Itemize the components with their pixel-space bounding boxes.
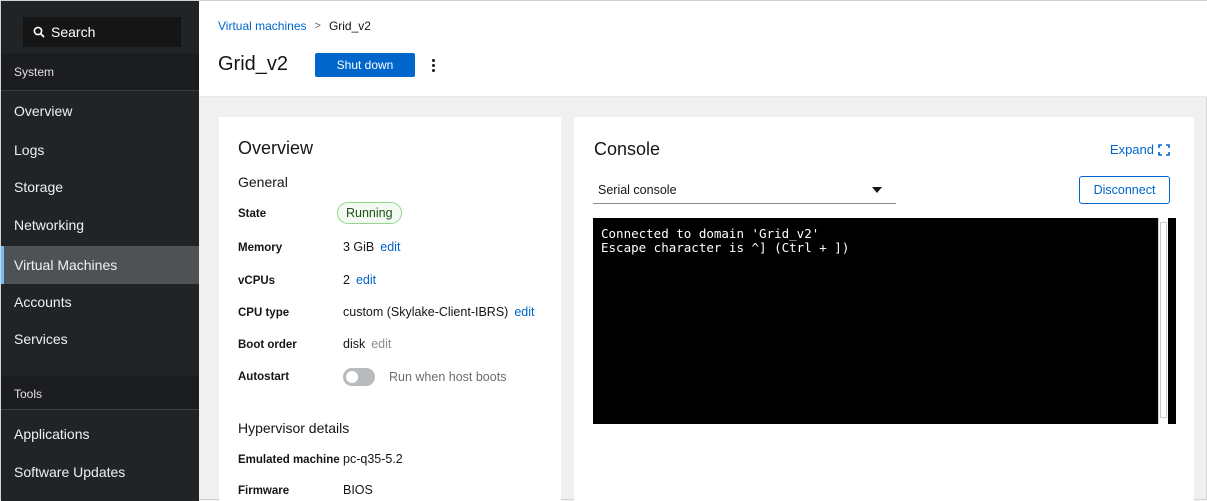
sidebar-item-services[interactable]: Services: [1, 320, 199, 358]
emulated-value: pc-q35-5.2: [343, 452, 403, 466]
console-title: Console: [594, 139, 661, 159]
firmware-label: Firmware: [238, 485, 290, 497]
terminal-edge: [1168, 218, 1176, 424]
vcpus-edit-link[interactable]: edit: [356, 273, 376, 287]
vcpus-label: vCPUs: [238, 275, 276, 287]
expand-icon: [1158, 143, 1170, 156]
breadcrumb-virtual-machines[interactable]: Virtual machines: [218, 19, 307, 33]
search-input[interactable]: Search: [23, 17, 181, 47]
hypervisor-heading: Hypervisor details: [238, 420, 350, 436]
caret-down-icon: [872, 187, 882, 193]
breadcrumb-current: Grid_v2: [328, 19, 371, 33]
sidebar-section-system: System: [1, 53, 199, 91]
sidebar-item-logs[interactable]: Logs: [1, 131, 199, 169]
emulated-label: Emulated machine: [238, 454, 340, 466]
autostart-text: Run when host boots: [389, 370, 507, 384]
vcpus-value: 2: [343, 273, 350, 287]
page-header: Virtual machines > Grid_v2 Grid_v2 Shut …: [199, 1, 1207, 97]
autostart-toggle[interactable]: [343, 368, 375, 386]
expand-link[interactable]: Expand: [1110, 142, 1170, 157]
breadcrumb: Virtual machines > Grid_v2: [218, 19, 371, 33]
sidebar-item-networking[interactable]: Networking: [1, 206, 199, 244]
bootorder-edit-link: edit: [371, 337, 392, 351]
sidebar-item-virtual-machines[interactable]: Virtual Machines: [1, 246, 199, 284]
breadcrumb-separator: >: [314, 20, 321, 32]
console-card: Console Expand Serial console Disconnect…: [574, 117, 1194, 501]
shut-down-button[interactable]: Shut down: [315, 53, 415, 77]
cputype-value: custom (Skylake-Client-IBRS): [343, 305, 509, 319]
search-label: Search: [51, 24, 96, 40]
search-icon: [33, 26, 45, 38]
bootorder-label: Boot order: [238, 339, 297, 351]
cputype-label: CPU type: [238, 307, 290, 319]
console-type-select[interactable]: Serial console: [593, 176, 896, 204]
terminal-scrollbar[interactable]: [1158, 218, 1168, 424]
expand-label: Expand: [1109, 142, 1154, 157]
overview-card: Overview General State Running Memory 3 …: [219, 117, 561, 501]
sidebar-item-overview[interactable]: Overview: [1, 92, 199, 130]
console-type-value: Serial console: [598, 182, 677, 197]
sidebar-item-accounts[interactable]: Accounts: [1, 283, 199, 321]
serial-console-terminal[interactable]: Connected to domain 'Grid_v2' Escape cha…: [593, 218, 1176, 424]
cputype-edit-link[interactable]: edit: [514, 305, 534, 319]
memory-label: Memory: [238, 242, 283, 254]
overview-title: Overview: [238, 138, 314, 158]
sidebar-item-software-updates[interactable]: Software Updates: [1, 453, 199, 491]
autostart-label: Autostart: [238, 371, 290, 383]
memory-edit-link[interactable]: edit: [380, 240, 400, 254]
app-window: Search System Overview Logs Storage Netw…: [0, 0, 1207, 501]
firmware-value: BIOS: [343, 483, 373, 497]
sidebar-section-tools: Tools: [1, 376, 199, 410]
kebab-menu-icon[interactable]: [428, 55, 438, 75]
terminal-line: Escape character is ^] (Ctrl + ]): [601, 240, 850, 255]
sidebar: Search System Overview Logs Storage Netw…: [1, 1, 199, 501]
state-label: State: [238, 208, 267, 220]
disconnect-button[interactable]: Disconnect: [1079, 176, 1170, 204]
terminal-line: Connected to domain 'Grid_v2': [601, 226, 820, 241]
sidebar-item-storage[interactable]: Storage: [1, 168, 199, 206]
bootorder-value: disk: [343, 337, 366, 351]
status-badge: Running: [337, 202, 402, 224]
page-title: Grid_v2: [218, 53, 289, 75]
general-heading: General: [238, 174, 288, 190]
memory-value: 3 GiB: [343, 240, 375, 254]
sidebar-item-applications[interactable]: Applications: [1, 415, 199, 453]
